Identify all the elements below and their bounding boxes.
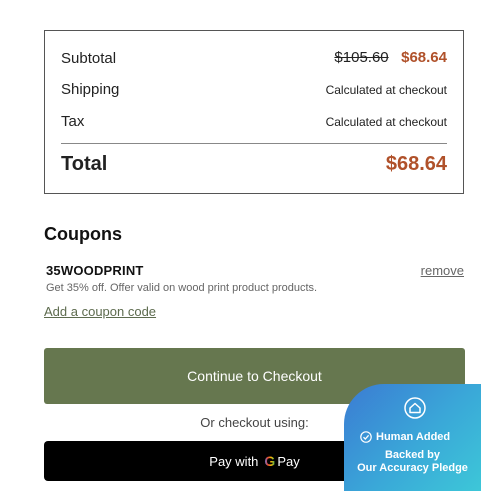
subtotal-original-price: $105.60 [334, 49, 389, 66]
total-row: Total $68.64 [61, 153, 447, 176]
tax-label: Tax [61, 113, 85, 130]
coupon-code: 35WOODPRINT [46, 263, 144, 278]
accuracy-pledge-badge[interactable]: Human Added Backed by Our Accuracy Pledg… [344, 384, 481, 491]
human-added-text: Human Added [376, 431, 451, 443]
check-circle-icon [360, 431, 372, 443]
house-shield-icon [404, 397, 426, 419]
shipping-row: Shipping Calculated at checkout [61, 81, 447, 98]
badge-accuracy-pledge: Our Accuracy Pledge [357, 462, 468, 474]
continue-to-checkout-label: Continue to Checkout [187, 368, 322, 384]
add-coupon-link[interactable]: Add a coupon code [44, 304, 156, 319]
human-added-label: Human Added [360, 431, 450, 443]
coupon-description: Get 35% off. Offer valid on wood print p… [46, 282, 318, 294]
google-g-icon: G [264, 453, 276, 469]
cart-summary-page: Subtotal $105.60 $68.64 Shipping Calcula… [0, 0, 481, 491]
gpay-prefix: Pay with [209, 453, 259, 469]
shipping-value: Calculated at checkout [325, 82, 447, 97]
order-summary-box: Subtotal $105.60 $68.64 Shipping Calcula… [44, 30, 464, 194]
total-value: $68.64 [385, 153, 447, 175]
shipping-label: Shipping [61, 81, 120, 98]
tax-value: Calculated at checkout [325, 114, 447, 129]
subtotal-prices: $105.60 $68.64 [334, 49, 447, 67]
tax-row: Tax Calculated at checkout [61, 113, 447, 130]
gpay-suffix: Pay [277, 453, 300, 469]
total-label: Total [61, 153, 108, 175]
subtotal-label: Subtotal [61, 49, 117, 67]
remove-coupon-link[interactable]: remove [421, 263, 464, 278]
subtotal-sale-price: $68.64 [401, 49, 447, 66]
summary-divider [61, 143, 447, 144]
subtotal-row: Subtotal $105.60 $68.64 [61, 49, 447, 67]
coupons-title: Coupons [44, 224, 122, 244]
badge-backed-by: Backed by [384, 449, 441, 461]
